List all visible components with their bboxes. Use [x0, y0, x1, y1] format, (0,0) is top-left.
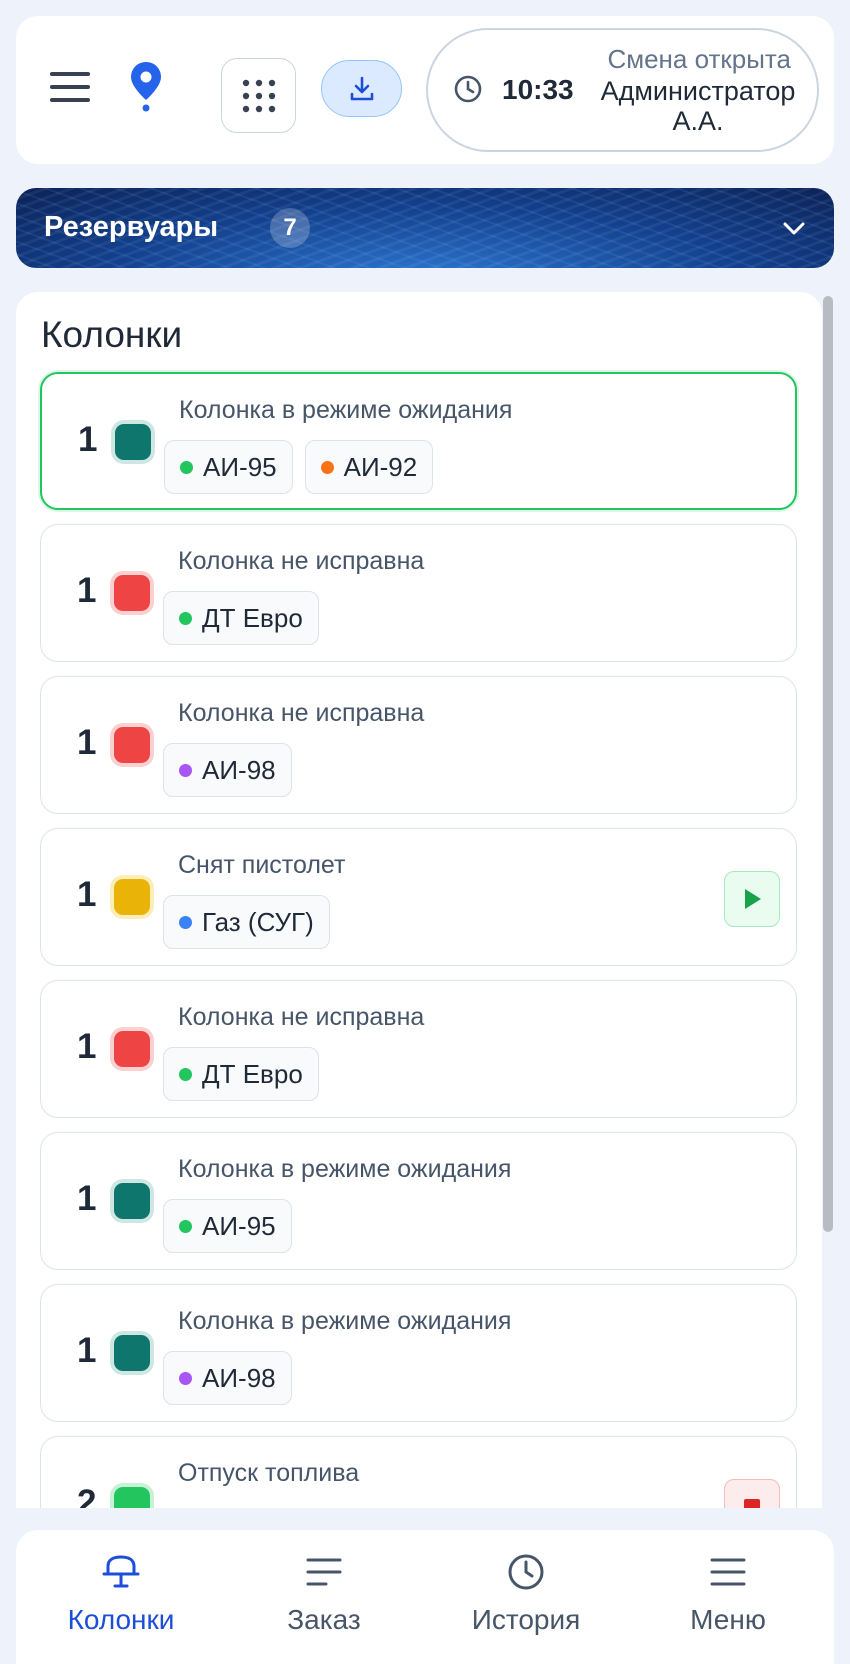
pump-number: 1 — [78, 420, 98, 459]
pump-status-text: Колонка не исправна — [178, 547, 425, 575]
pump-status-text: Колонка не исправна — [178, 699, 425, 727]
pump-status-text: Отпуск топлива — [178, 1459, 360, 1487]
stop-fueling-button[interactable] — [724, 1479, 780, 1508]
pump-number: 1 — [77, 723, 97, 762]
chevron-down-icon[interactable] — [780, 214, 808, 242]
fuel-chip[interactable]: АИ-95 — [163, 1199, 292, 1253]
pump-card[interactable]: 1 Колонка не исправна ДТ Евро — [40, 980, 797, 1118]
pump-status-text: Колонка в режиме ожидания — [178, 1307, 512, 1335]
pump-status-indicator — [114, 575, 150, 611]
shift-time: 10:33 — [502, 74, 574, 105]
pump-status-indicator — [114, 1183, 150, 1219]
shift-status-text: Смена открыта — [607, 44, 791, 74]
pump-status-text: Колонка в режиме ожидания — [179, 396, 513, 424]
shift-status-pill[interactable]: 10:33 Смена открыта Администратор А.А. — [426, 28, 819, 152]
pump-status-indicator — [114, 727, 150, 763]
nav-item-order[interactable]: Заказ — [224, 1550, 424, 1636]
pump-status-text: Колонка не исправна — [178, 1003, 425, 1031]
fuel-dot — [179, 1371, 192, 1385]
nav-label: Заказ — [287, 1604, 361, 1635]
fuel-name: Газ (СУГ) — [202, 906, 314, 937]
fuel-chip[interactable]: ДТ Евро — [163, 1047, 319, 1101]
pump-card[interactable]: 1 Колонка в режиме ожидания АИ-98 — [40, 1284, 797, 1422]
fuel-name: АИ-98 — [202, 754, 276, 785]
fuel-name: АИ-95 — [203, 451, 277, 482]
nav-label: История — [471, 1604, 581, 1635]
play-icon — [745, 889, 761, 909]
fuel-dot — [179, 611, 192, 625]
nav-item-menu[interactable]: Меню — [628, 1550, 828, 1636]
nav-item-pumps[interactable]: Колонки — [21, 1550, 221, 1636]
fuel-dot — [179, 1219, 192, 1233]
download-icon — [350, 76, 373, 100]
pump-status-text: Снят пистолет — [178, 851, 346, 879]
fuel-chip[interactable]: Газ (СУГ) — [163, 895, 330, 949]
nav-item-history[interactable]: История — [426, 1550, 626, 1636]
fuel-name: АИ-92 — [343, 451, 418, 482]
pump-status-indicator — [114, 1335, 150, 1371]
order-lines-icon — [306, 1558, 342, 1586]
start-fueling-button[interactable] — [724, 871, 780, 927]
pump-status-indicator — [114, 1031, 150, 1067]
map-pin-icon[interactable] — [128, 60, 164, 112]
fuel-dot — [179, 763, 192, 777]
apps-grid-button[interactable] — [221, 58, 296, 133]
pump-number: 1 — [77, 1331, 97, 1370]
tanks-title: Резервуары — [44, 211, 219, 243]
pump-number: 1 — [77, 571, 97, 610]
menu-icon — [710, 1558, 746, 1586]
pump-number: 2 — [77, 1483, 97, 1508]
hamburger-icon[interactable] — [50, 72, 90, 102]
tanks-banner[interactable]: Резервуары 7 — [16, 188, 834, 268]
pump-status-indicator — [114, 1487, 150, 1508]
pump-card[interactable]: 1 Колонка не исправна АИ-98 — [40, 676, 797, 814]
pump-number: 1 — [77, 875, 97, 914]
pump-status-indicator — [115, 424, 151, 460]
top-bar: 10:33 Смена открыта Администратор А.А. — [16, 16, 834, 164]
pump-status-text: Колонка в режиме ожидания — [178, 1155, 512, 1183]
pump-status-indicator — [114, 879, 150, 915]
grid-dots-icon — [242, 79, 275, 112]
fuel-chip[interactable]: АИ-98 — [163, 1351, 292, 1405]
pump-card[interactable]: 1 Колонка в режиме ожидания АИ-95 АИ-92 — [40, 372, 797, 510]
pump-number: 1 — [77, 1179, 97, 1218]
nav-label: Колонки — [67, 1604, 175, 1635]
fuel-chip[interactable]: ДТ Евро — [163, 591, 319, 645]
fuel-chip[interactable]: АИ-98 — [163, 743, 292, 797]
download-button[interactable] — [321, 60, 402, 117]
fuel-dot — [180, 460, 193, 474]
pumps-panel: Колонки 1 Колонка в режиме ожидания АИ-9… — [16, 292, 822, 1508]
fuel-dot — [179, 915, 192, 929]
fuel-name: АИ-95 — [202, 1210, 276, 1241]
pump-card[interactable]: 1 Снят пистолет Газ (СУГ) — [40, 828, 797, 966]
pump-icon — [102, 1555, 140, 1588]
clock-icon — [454, 75, 482, 103]
bottom-nav: Колонки Заказ История Меню — [16, 1530, 834, 1664]
pump-card[interactable]: 1 Колонка в режиме ожидания АИ-95 — [40, 1132, 797, 1270]
fuel-chip[interactable]: АИ-95 — [164, 440, 293, 494]
tanks-count-badge: 7 — [270, 208, 310, 248]
fuel-name: ДТ Евро — [202, 602, 303, 633]
stop-icon — [744, 1499, 760, 1508]
pump-card[interactable]: 2 Отпуск топлива — [40, 1436, 797, 1508]
page-title: Колонки — [41, 314, 183, 355]
fuel-name: ДТ Евро — [202, 1058, 303, 1089]
pump-number: 1 — [77, 1027, 97, 1066]
clock-icon — [508, 1554, 544, 1590]
fuel-chip[interactable]: АИ-92 — [304, 440, 434, 494]
fuel-name: АИ-98 — [202, 1362, 276, 1393]
fuel-dot — [320, 460, 334, 474]
pump-card[interactable]: 1 Колонка не исправна ДТ Евро — [40, 524, 797, 662]
nav-label: Меню — [690, 1604, 766, 1635]
fuel-dot — [179, 1067, 192, 1081]
scrollbar[interactable] — [823, 296, 833, 1232]
shift-user-name: Администратор А.А. — [600, 76, 796, 136]
